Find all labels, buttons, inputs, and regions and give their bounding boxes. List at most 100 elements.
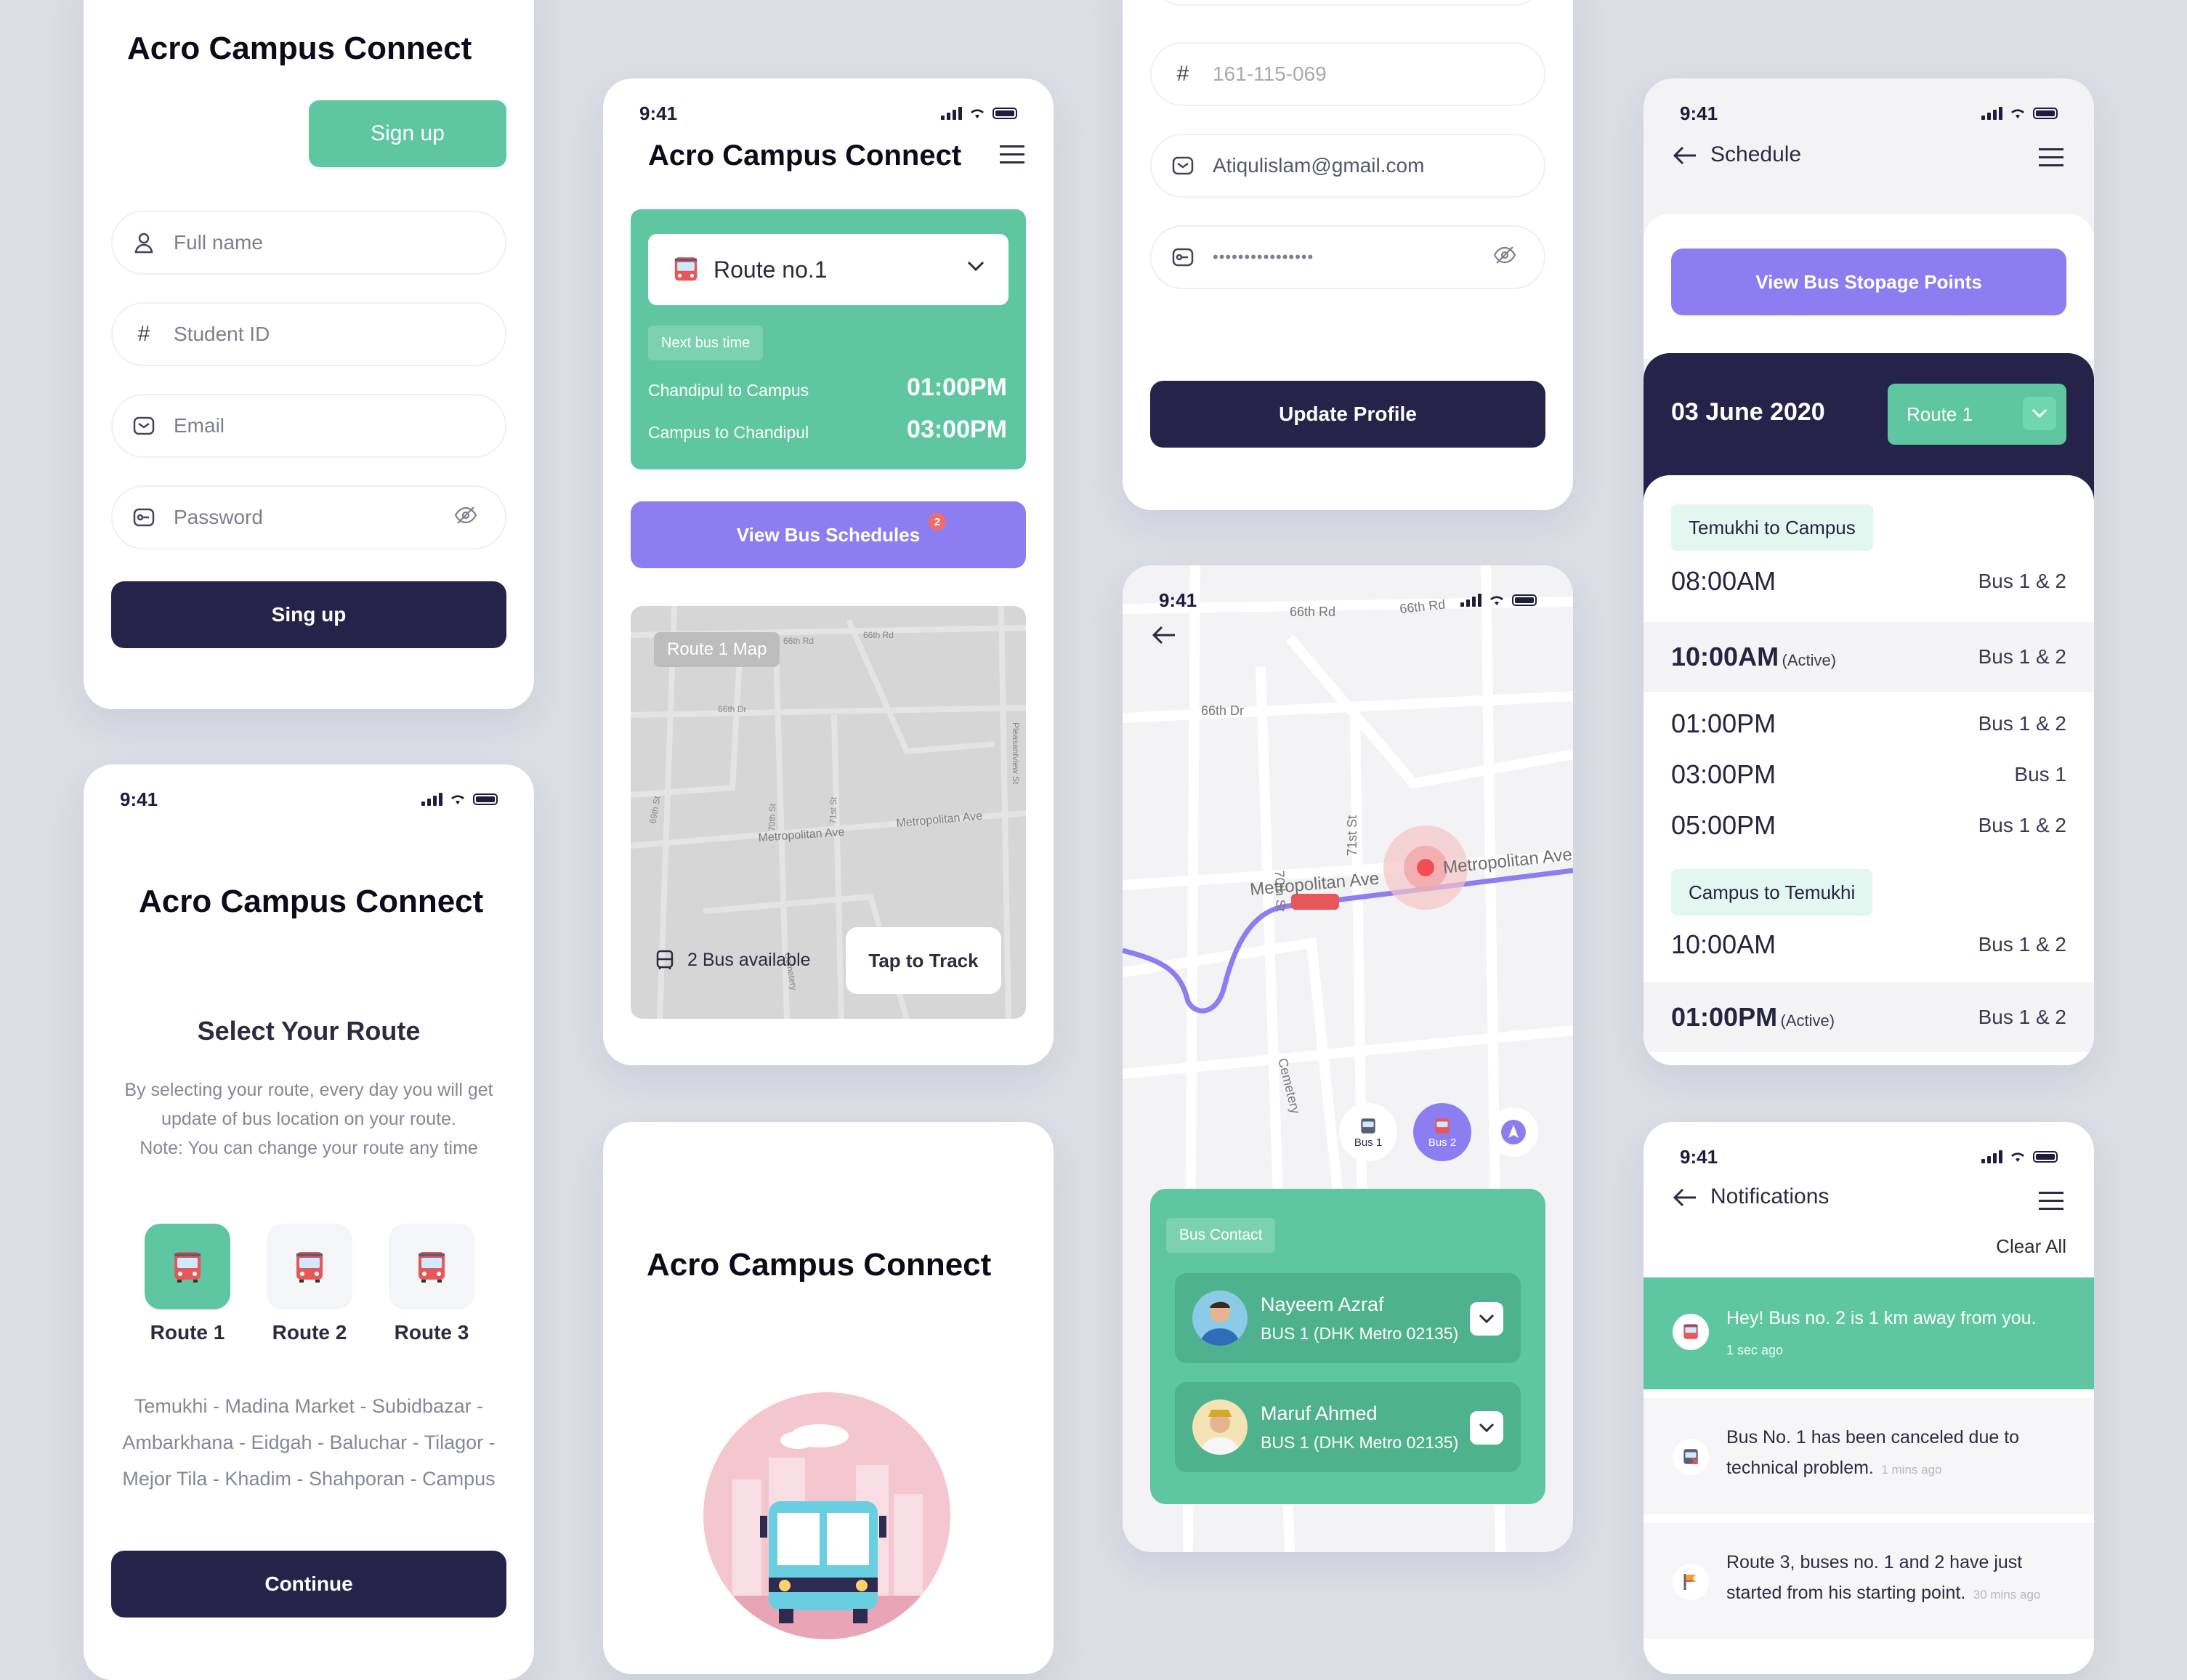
previous-field[interactable]: [1150, 0, 1545, 6]
schedule-row[interactable]: 10:00AM Bus 1 & 2: [1644, 916, 2094, 974]
student-id-field[interactable]: # Student ID: [111, 302, 506, 366]
route-2-tile[interactable]: [267, 1224, 352, 1309]
status-bar: 9:41: [1680, 1142, 2058, 1171]
bus-1-chip[interactable]: Bus 1: [1339, 1103, 1397, 1161]
view-schedules-button[interactable]: View Bus Schedules 2: [631, 501, 1026, 568]
bus-icon: [1435, 1118, 1450, 1134]
app-brand-title: Acro Campus Connect: [139, 884, 484, 919]
battery-icon: [2033, 1151, 2058, 1163]
battery-icon: [993, 108, 1017, 119]
back-arrow-icon[interactable]: [1673, 1187, 1697, 1211]
menu-icon[interactable]: [2039, 1192, 2063, 1210]
notification-item[interactable]: Hey! Bus no. 2 is 1 km away from you. 1 …: [1644, 1277, 2094, 1389]
signal-icon: [1460, 594, 1481, 607]
street-label: 66th Rd: [863, 630, 894, 640]
notification-item[interactable]: Bus No. 1 has been canceled due to techn…: [1644, 1398, 2094, 1514]
avatar: [1192, 1400, 1248, 1455]
status-bar: 9:41: [1680, 99, 2058, 128]
bus-2-chip[interactable]: Bus 2: [1413, 1103, 1471, 1161]
contact-card[interactable]: Nayeem Azraf BUS 1 (DHK Metro 02135): [1175, 1273, 1521, 1363]
continue-button[interactable]: Continue: [111, 1551, 506, 1618]
trip-1-name: Chandipul to Campus: [648, 381, 809, 400]
bus-contact-label: Bus Contact: [1166, 1218, 1276, 1253]
student-id-placeholder: Student ID: [174, 323, 270, 345]
route-dropdown[interactable]: Route 1: [1888, 384, 2066, 445]
app-brand-title: Acro Campus Connect: [127, 31, 472, 66]
schedule-row[interactable]: 08:00AM Bus 1 & 2: [1644, 552, 2094, 610]
eye-off-icon[interactable]: [1493, 246, 1516, 270]
bus-icon: [296, 1252, 323, 1283]
expand-button[interactable]: [1470, 1302, 1503, 1336]
schedule-badge: 2: [929, 513, 946, 530]
avatar: [1192, 1291, 1248, 1346]
notification-item[interactable]: Route 3, buses no. 1 and 2 have just sta…: [1644, 1523, 2094, 1639]
street-label: 70th St: [767, 803, 777, 831]
schedule-row[interactable]: 01:00PM Bus 1 & 2: [1644, 695, 2094, 753]
map-label: Route 1 Map: [654, 632, 780, 667]
signup-tab-button[interactable]: Sign up: [309, 100, 506, 167]
contact-name: Maruf Ahmed: [1261, 1402, 1378, 1424]
email-field[interactable]: Atiqulislam@gmail.com: [1150, 134, 1545, 198]
signup-submit-button[interactable]: Sing up: [111, 581, 506, 648]
bus-cancel-icon: [1673, 1439, 1709, 1475]
home-screen: 9:41 Acro Campus Connect Route no.1 Next…: [603, 78, 1054, 1065]
next-bus-label: Next bus time: [648, 326, 764, 360]
street-label: 71st St: [1345, 815, 1359, 856]
route-select-value: Route no.1: [713, 256, 828, 283]
select-route-heading: Select Your Route: [197, 1016, 421, 1046]
route-map[interactable]: 66th Rd 66th Rd 66th Dr 69th St 70th St …: [631, 606, 1026, 1019]
lock-icon: [132, 505, 156, 530]
wifi-icon: [1490, 596, 1503, 605]
student-id-field[interactable]: # 161-115-069: [1150, 42, 1545, 106]
bus-illustration: [703, 1392, 950, 1639]
full-name-field[interactable]: Full name: [111, 211, 506, 275]
update-profile-button[interactable]: Update Profile: [1150, 381, 1545, 448]
contact-bus: BUS 1 (DHK Metro 02135): [1261, 1324, 1459, 1343]
signup-screen: Acro Campus Connect Sign up Full name # …: [84, 0, 534, 709]
back-arrow-icon[interactable]: [1152, 625, 1176, 649]
lock-icon: [1171, 245, 1195, 270]
schedule-list: Temukhi to Campus 08:00AM Bus 1 & 2 10:0…: [1644, 475, 2094, 1065]
schedule-row-active[interactable]: 01:00PM (Active) Bus 1 & 2: [1644, 982, 2094, 1052]
schedule-row[interactable]: 05:00PM Bus 1 & 2: [1644, 796, 2094, 855]
password-field[interactable]: Password: [111, 485, 506, 549]
eye-off-icon[interactable]: [454, 506, 477, 530]
signal-icon: [421, 793, 442, 806]
email-placeholder: Email: [174, 414, 225, 437]
tap-to-track-button[interactable]: Tap to Track: [846, 927, 1001, 994]
section-label: Campus to Temukhi: [1671, 869, 1873, 916]
trip-2-time: 03:00PM: [907, 416, 1007, 443]
menu-icon[interactable]: [1000, 145, 1024, 163]
view-stoppage-button[interactable]: View Bus Stopage Points: [1671, 249, 2066, 315]
route-select[interactable]: Route no.1: [648, 234, 1008, 305]
view-schedules-label: View Bus Schedules: [736, 523, 921, 546]
password-placeholder: Password: [174, 506, 263, 528]
user-icon: [132, 230, 156, 255]
bus-marker-icon: [1291, 894, 1339, 910]
student-id-value: 161-115-069: [1213, 62, 1327, 85]
schedule-row-active[interactable]: 10:00AM (Active) Bus 1 & 2: [1644, 622, 2094, 692]
chevron-down-icon: [1479, 1314, 1495, 1324]
street-label: 66th Dr: [1201, 703, 1244, 718]
profile-screen: # 161-115-069 Atiqulislam@gmail.com ••••…: [1123, 0, 1573, 510]
street-label: 71st St: [828, 796, 838, 824]
hash-icon: #: [137, 322, 150, 346]
route-3-tile[interactable]: [389, 1224, 474, 1309]
menu-icon[interactable]: [2039, 148, 2063, 166]
password-field[interactable]: ••••••••••••••••: [1150, 225, 1545, 289]
contact-card[interactable]: Maruf Ahmed BUS 1 (DHK Metro 02135): [1175, 1382, 1521, 1472]
expand-button[interactable]: [1470, 1411, 1503, 1445]
bus-icon: [419, 1252, 445, 1283]
route-1-tile[interactable]: [145, 1224, 230, 1309]
app-brand-title: Acro Campus Connect: [647, 1247, 992, 1283]
locate-me-button[interactable]: [1489, 1107, 1538, 1157]
status-bar: 9:41: [120, 785, 498, 814]
wifi-icon: [451, 795, 464, 804]
clear-all-button[interactable]: Clear All: [1996, 1235, 2066, 1258]
status-bar: 9:41: [639, 99, 1017, 128]
back-arrow-icon[interactable]: [1673, 145, 1697, 169]
chevron-down-icon: [966, 260, 985, 275]
schedule-row[interactable]: 03:00PM Bus 1: [1644, 746, 2094, 804]
email-field[interactable]: Email: [111, 394, 506, 458]
app-brand-title: Acro Campus Connect: [648, 140, 962, 171]
